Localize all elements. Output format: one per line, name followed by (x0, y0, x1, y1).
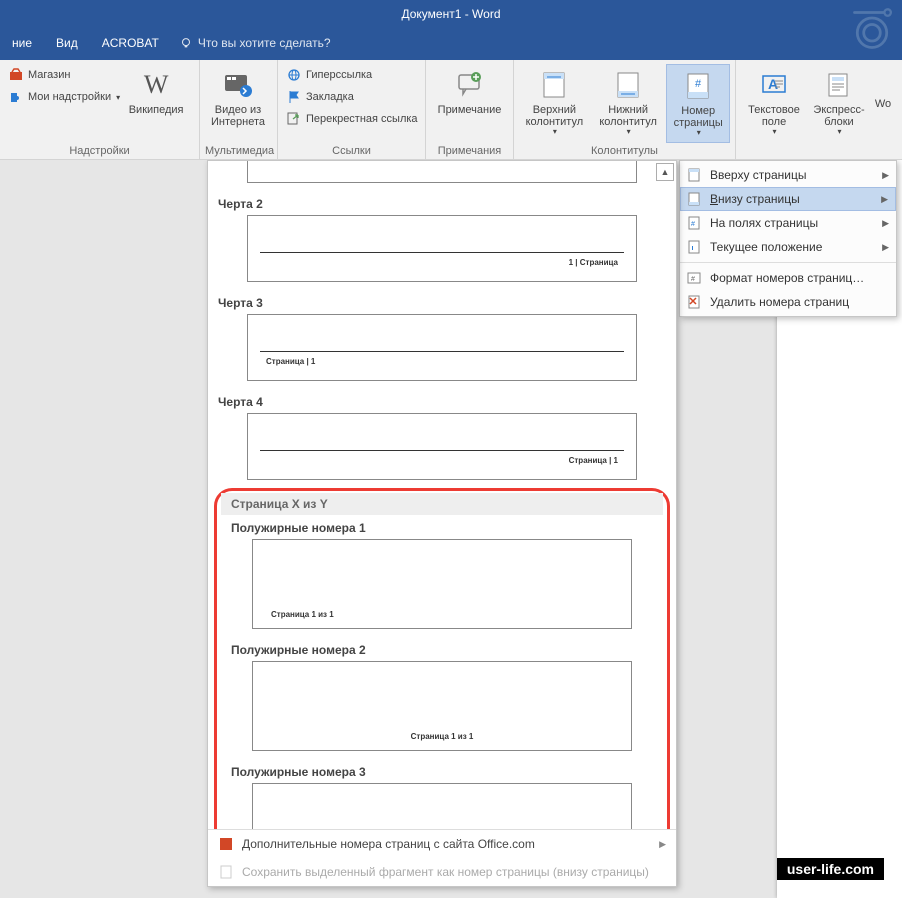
gallery-item-bold3[interactable]: Полужирные номера 3 (221, 759, 663, 783)
gallery-item-bold1[interactable]: Полужирные номера 1 (221, 515, 663, 539)
tab-bar: ние Вид ACROBAT Что вы хотите сделать? (0, 28, 902, 60)
wikipedia-button[interactable]: W Википедия (126, 64, 186, 143)
menu-separator (680, 262, 896, 263)
group-links: Гиперссылка Закладка Перекрестная ссылка… (278, 60, 426, 159)
lightbulb-icon (179, 36, 193, 50)
current-position-icon (686, 239, 702, 255)
bookmark-button[interactable]: Закладка (283, 86, 421, 108)
group-text: A Текстовое поле▾ Экспресс-блоки▾ Wo (736, 60, 902, 159)
gallery-preview[interactable]: Страница 1 из 1 (252, 661, 632, 751)
hyperlink-button[interactable]: Гиперссылка (283, 64, 421, 86)
gallery-preview[interactable]: 1 | Страница (247, 215, 637, 282)
menu-format-page-numbers[interactable]: # Формат номеров страниц… (680, 266, 896, 290)
group-label-links: Ссылки (283, 143, 420, 157)
save-selection-button: Сохранить выделенный фрагмент как номер … (208, 858, 676, 886)
group-addins: Магазин Мои надстройки▾ W Википедия Надс… (0, 60, 200, 159)
chevron-right-icon: ▶ (659, 839, 666, 850)
text-box-button[interactable]: A Текстовое поле▾ (741, 64, 807, 143)
header-button[interactable]: Верхний колонтитул▾ (519, 64, 590, 143)
page-number-menu: Вверху страницы ▶ Внизу страницы ▶ # На … (679, 160, 897, 317)
scroll-up-button[interactable]: ▲ (656, 163, 674, 181)
gallery-preview[interactable]: Страница | 1 (247, 314, 637, 381)
svg-text:#: # (691, 276, 695, 283)
tell-me-search[interactable]: Что вы хотите сделать? (179, 36, 331, 50)
credit-badge: user-life.com (777, 858, 884, 880)
quick-parts-button[interactable]: Экспресс-блоки▾ (810, 64, 868, 143)
cross-ref-icon (286, 111, 302, 127)
gallery-section-header: Страница X из Y (221, 493, 663, 515)
store-button[interactable]: Магазин (5, 64, 123, 86)
window-title: Документ1 - Word (401, 7, 500, 21)
gallery-item-bold2[interactable]: Полужирные номера 2 (221, 637, 663, 661)
menu-current-position[interactable]: Текущее положение ▶ (680, 235, 896, 259)
gallery-item-line3[interactable]: Черта 3 (208, 290, 676, 314)
flag-icon (286, 89, 302, 105)
group-label-text (741, 143, 897, 157)
page-top-icon (686, 167, 702, 183)
group-label-hf: Колонтитулы (519, 143, 730, 157)
ribbon: Магазин Мои надстройки▾ W Википедия Надс… (0, 60, 902, 160)
globe-link-icon (286, 67, 302, 83)
group-label-media: Мультимедиа (205, 143, 272, 157)
gallery-preview[interactable]: Страница | 1 (247, 413, 637, 480)
gallery-preview[interactable]: Страница 1 из 1 (252, 539, 632, 629)
group-comments: Примечание Примечания (426, 60, 514, 159)
footer-button[interactable]: Нижний колонтитул▾ (593, 64, 664, 143)
svg-text:#: # (695, 78, 702, 90)
puzzle-icon (8, 89, 24, 105)
footer-icon (612, 69, 644, 101)
gallery-item-line2[interactable]: Черта 2 (208, 191, 676, 215)
online-video-button[interactable]: Видео из Интернета (205, 64, 271, 143)
group-label-addins: Надстройки (5, 143, 194, 157)
highlighted-section: Страница X из Y Полужирные номера 1 Стра… (214, 488, 670, 829)
my-addins-button[interactable]: Мои надстройки▾ (5, 86, 123, 108)
chevron-right-icon: ▶ (882, 170, 889, 181)
document-area: Вверху страницы ▶ Внизу страницы ▶ # На … (0, 160, 902, 898)
textbox-icon: A (758, 69, 790, 101)
cross-ref-button[interactable]: Перекрестная ссылка (283, 108, 421, 130)
comment-icon (454, 69, 486, 101)
menu-top-of-page[interactable]: Вверху страницы ▶ (680, 163, 896, 187)
video-icon (222, 69, 254, 101)
gallery-preview[interactable] (247, 161, 637, 183)
group-label-comments: Примечания (431, 143, 508, 157)
group-headerfooter: Верхний колонтитул▾ Нижний колонтитул▾ #… (514, 60, 736, 159)
gallery-item-line4[interactable]: Черта 4 (208, 389, 676, 413)
page-number-gallery: ▲ Черта 2 1 | Страница Черта 3 Страница … (207, 160, 677, 887)
more-from-office-button[interactable]: Дополнительные номера страниц с сайта Of… (208, 830, 676, 858)
format-numbers-icon: # (686, 270, 702, 286)
page-number-icon: # (682, 70, 714, 102)
office-icon (218, 836, 234, 852)
svg-text:#: # (691, 221, 695, 228)
store-icon (8, 67, 24, 83)
tab-partial[interactable]: ние (0, 28, 44, 58)
tell-me-text: Что вы хотите сделать? (198, 36, 331, 50)
gallery-preview[interactable]: Страница 1 из 1 (252, 783, 632, 829)
title-bar: Документ1 - Word (0, 0, 902, 28)
gallery-footer: Дополнительные номера страниц с сайта Of… (208, 829, 676, 886)
chevron-right-icon: ▶ (882, 242, 889, 253)
watermark-icon (847, 0, 897, 60)
comment-button[interactable]: Примечание (431, 64, 508, 143)
remove-numbers-icon (686, 294, 702, 310)
chevron-right-icon: ▶ (881, 194, 888, 205)
tab-view[interactable]: Вид (44, 28, 90, 58)
menu-bottom-of-page[interactable]: Внизу страницы ▶ (680, 187, 896, 211)
save-fragment-icon (218, 864, 234, 880)
tab-acrobat[interactable]: ACROBAT (90, 28, 171, 58)
group-media: Видео из Интернета Мультимедиа (200, 60, 278, 159)
header-icon (538, 69, 570, 101)
gallery-scroll-area[interactable]: ▲ Черта 2 1 | Страница Черта 3 Страница … (208, 161, 676, 829)
chevron-right-icon: ▶ (882, 218, 889, 229)
menu-page-margins[interactable]: # На полях страницы ▶ (680, 211, 896, 235)
wikipedia-icon: W (140, 69, 172, 101)
page-number-button[interactable]: # Номер страницы▾ (666, 64, 730, 143)
menu-remove-page-numbers[interactable]: Удалить номера страниц (680, 290, 896, 314)
page-bottom-icon (686, 191, 702, 207)
quick-parts-icon (823, 69, 855, 101)
page-margins-icon: # (686, 215, 702, 231)
wordart-partial-button[interactable]: Wo (871, 64, 895, 143)
